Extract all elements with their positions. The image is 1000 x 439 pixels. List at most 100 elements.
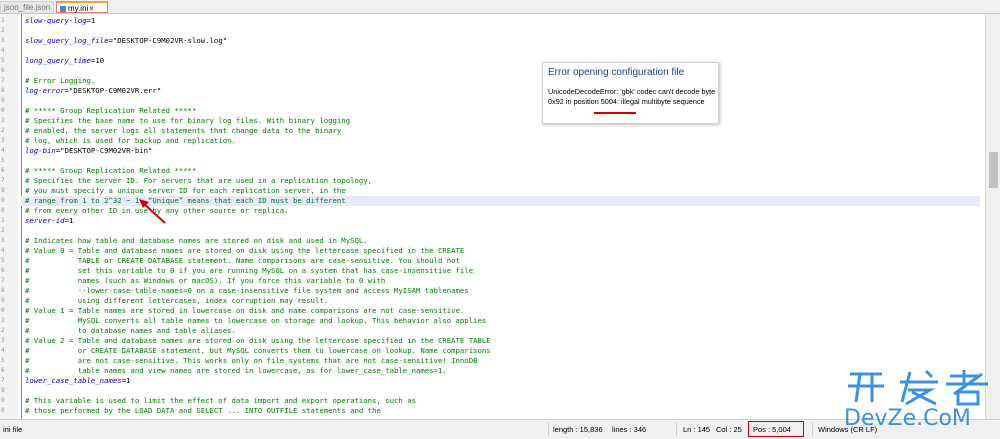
line-number: 8 bbox=[1, 387, 5, 394]
code-line-setting: slow-query-log=1 bbox=[25, 16, 95, 26]
line-number: 9 bbox=[1, 297, 5, 304]
code-line-comment: # Error Logging. bbox=[25, 76, 96, 85]
setting-key: log-error bbox=[25, 86, 65, 95]
tab-label: my.ini bbox=[68, 4, 89, 13]
line-number: 9 bbox=[1, 97, 5, 104]
annotation-underline bbox=[594, 112, 636, 114]
code-line-comment: # those performed by the LOAD DATA and S… bbox=[25, 406, 381, 415]
code-line-setting: lower_case_table_names=1 bbox=[25, 376, 130, 386]
code-line-comment: # Specifies the server ID. For servers t… bbox=[25, 176, 373, 185]
code-line-comment: # table names and view names are stored … bbox=[25, 366, 447, 375]
setting-value: 1 bbox=[68, 216, 74, 225]
scrollbar-thumb[interactable] bbox=[989, 152, 998, 188]
close-tab-icon[interactable]: × bbox=[89, 4, 94, 13]
vertical-scrollbar[interactable] bbox=[985, 14, 1000, 419]
line-number: 7 bbox=[1, 177, 5, 184]
code-line-comment: # MySQL converts all table names to lowe… bbox=[25, 316, 487, 325]
status-ln: Ln : 145 bbox=[683, 425, 711, 434]
popup-title: Error opening configuration file bbox=[548, 67, 685, 78]
popup-message: UnicodeDecodeError: 'gbk' codec can't de… bbox=[548, 87, 716, 106]
code-line-comment: # Value 1 = Table names are stored in lo… bbox=[25, 306, 465, 315]
code-line-comment: # using different lettercases, index cor… bbox=[25, 296, 329, 305]
line-number: 0 bbox=[1, 207, 5, 214]
code-line-comment: # or CREATE DATABASE statement, but MySQ… bbox=[25, 346, 491, 355]
tab-label: json_file.json bbox=[4, 3, 51, 12]
line-number: 2 bbox=[1, 127, 5, 134]
line-number: 2 bbox=[1, 27, 5, 34]
line-number: 7 bbox=[1, 77, 5, 84]
watermark-domain-logo: DevZe.CoM bbox=[844, 404, 994, 436]
line-number: 1 bbox=[1, 217, 5, 224]
line-number: 1 bbox=[1, 317, 5, 324]
line-number: 3 bbox=[1, 37, 5, 44]
line-number: 8 bbox=[1, 87, 5, 94]
line-number: 1 bbox=[1, 17, 5, 24]
line-number: 5 bbox=[1, 357, 5, 364]
line-number: 5 bbox=[1, 57, 5, 64]
error-popup: Error opening configuration file Unicode… bbox=[542, 62, 719, 124]
code-line-comment: # ***** Group Replication Related ***** bbox=[25, 106, 197, 115]
status-lines: lines : 346 bbox=[612, 425, 647, 434]
line-number: 0 bbox=[1, 107, 5, 114]
line-number: 7 bbox=[1, 277, 5, 284]
setting-value: 1 bbox=[90, 16, 96, 25]
code-line-comment: # you must specify a unique server ID fo… bbox=[25, 186, 346, 195]
line-number: 0 bbox=[1, 407, 5, 414]
line-number: 6 bbox=[1, 167, 5, 174]
code-line-setting: server-id=1 bbox=[25, 216, 73, 226]
setting-key: log-bin bbox=[25, 146, 56, 155]
setting-value: "DESKTOP-C9M02VR-bin" bbox=[60, 146, 153, 155]
line-number: 4 bbox=[1, 47, 5, 54]
code-line-comment: # This variable is used to limit the eff… bbox=[25, 396, 416, 405]
line-number: 9 bbox=[1, 197, 5, 204]
status-length: length : 15,836 bbox=[553, 425, 603, 434]
watermark-en-logo: DevZe.CoM bbox=[844, 406, 971, 431]
line-number: 8 bbox=[1, 287, 5, 294]
svg-text:DevZe.CoM: DevZe.CoM bbox=[844, 406, 971, 430]
save-icon bbox=[60, 5, 66, 12]
code-line-comment: # --lower-case-table-names=0 on a case-i… bbox=[25, 286, 469, 295]
setting-key: server-id bbox=[25, 216, 65, 225]
code-line-comment: # log, which is used for backup and repl… bbox=[25, 136, 236, 145]
line-number: 3 bbox=[1, 337, 5, 344]
line-number: 9 bbox=[1, 397, 5, 404]
fold-margin bbox=[18, 14, 22, 419]
code-line-setting: log-error="DESKTOP-C9M02VR.err" bbox=[25, 86, 161, 96]
line-number: 8 bbox=[1, 187, 5, 194]
line-number: 0 bbox=[1, 307, 5, 314]
setting-key: long_query_time bbox=[25, 56, 91, 65]
annotation-arrow-icon bbox=[139, 199, 166, 224]
code-line-setting: long_query_time=10 bbox=[25, 56, 104, 66]
line-number: 1 bbox=[1, 117, 5, 124]
line-number: 4 bbox=[1, 247, 5, 254]
tab-bar: json_file.json my.ini× bbox=[0, 0, 1000, 14]
code-line-comment: # are not case-sensitive. This works onl… bbox=[25, 356, 478, 365]
code-line-comment: # names (such as Windows or macOS). If y… bbox=[25, 276, 386, 285]
line-number: 4 bbox=[1, 347, 5, 354]
code-line-setting: slow_query_log_file="DESKTOP-C9M02VR-slo… bbox=[25, 36, 227, 46]
line-number: 2 bbox=[1, 227, 5, 234]
watermark-cn-logo bbox=[848, 369, 988, 406]
code-line-comment: # ***** Group Replication Related ***** bbox=[25, 166, 197, 175]
line-number: 4 bbox=[1, 147, 5, 154]
line-number: 5 bbox=[1, 257, 5, 264]
code-line-comment: # Indicates how table and database names… bbox=[25, 236, 368, 245]
code-line-comment: # TABLE or CREATE DATABASE statement. Na… bbox=[25, 256, 460, 265]
code-line-comment: # Value 0 = Table and database names are… bbox=[25, 246, 465, 255]
status-file-type: ini file bbox=[3, 425, 23, 434]
setting-key: slow-query-log bbox=[25, 16, 87, 25]
code-line-comment: # Value 2 = Table and database names are… bbox=[25, 336, 491, 345]
line-number-gutter: 1 2 3 4 5 6 7 8 9 0 1 2 3 4 5 6 7 8 9 0 1 2 3 4 5 6 7 8 9 0 1 2 3 4 5 6 7 8 9 0 bbox=[0, 14, 18, 419]
line-number: 6 bbox=[1, 267, 5, 274]
line-number: 6 bbox=[1, 67, 5, 74]
setting-value: 1 bbox=[126, 376, 131, 385]
setting-key: lower_case_table_names bbox=[25, 376, 122, 385]
setting-key: slow_query_log_file bbox=[25, 36, 109, 45]
tab-json-file[interactable]: json_file.json bbox=[0, 1, 54, 13]
tab-my-ini[interactable]: my.ini× bbox=[56, 1, 108, 13]
annotation-pos-box bbox=[748, 421, 804, 437]
code-line-comment: # enabled, the server logs all statement… bbox=[25, 126, 342, 135]
code-line-comment: # set this variable to 0 if you are runn… bbox=[25, 266, 474, 275]
line-number: 3 bbox=[1, 137, 5, 144]
line-number: 2 bbox=[1, 327, 5, 334]
